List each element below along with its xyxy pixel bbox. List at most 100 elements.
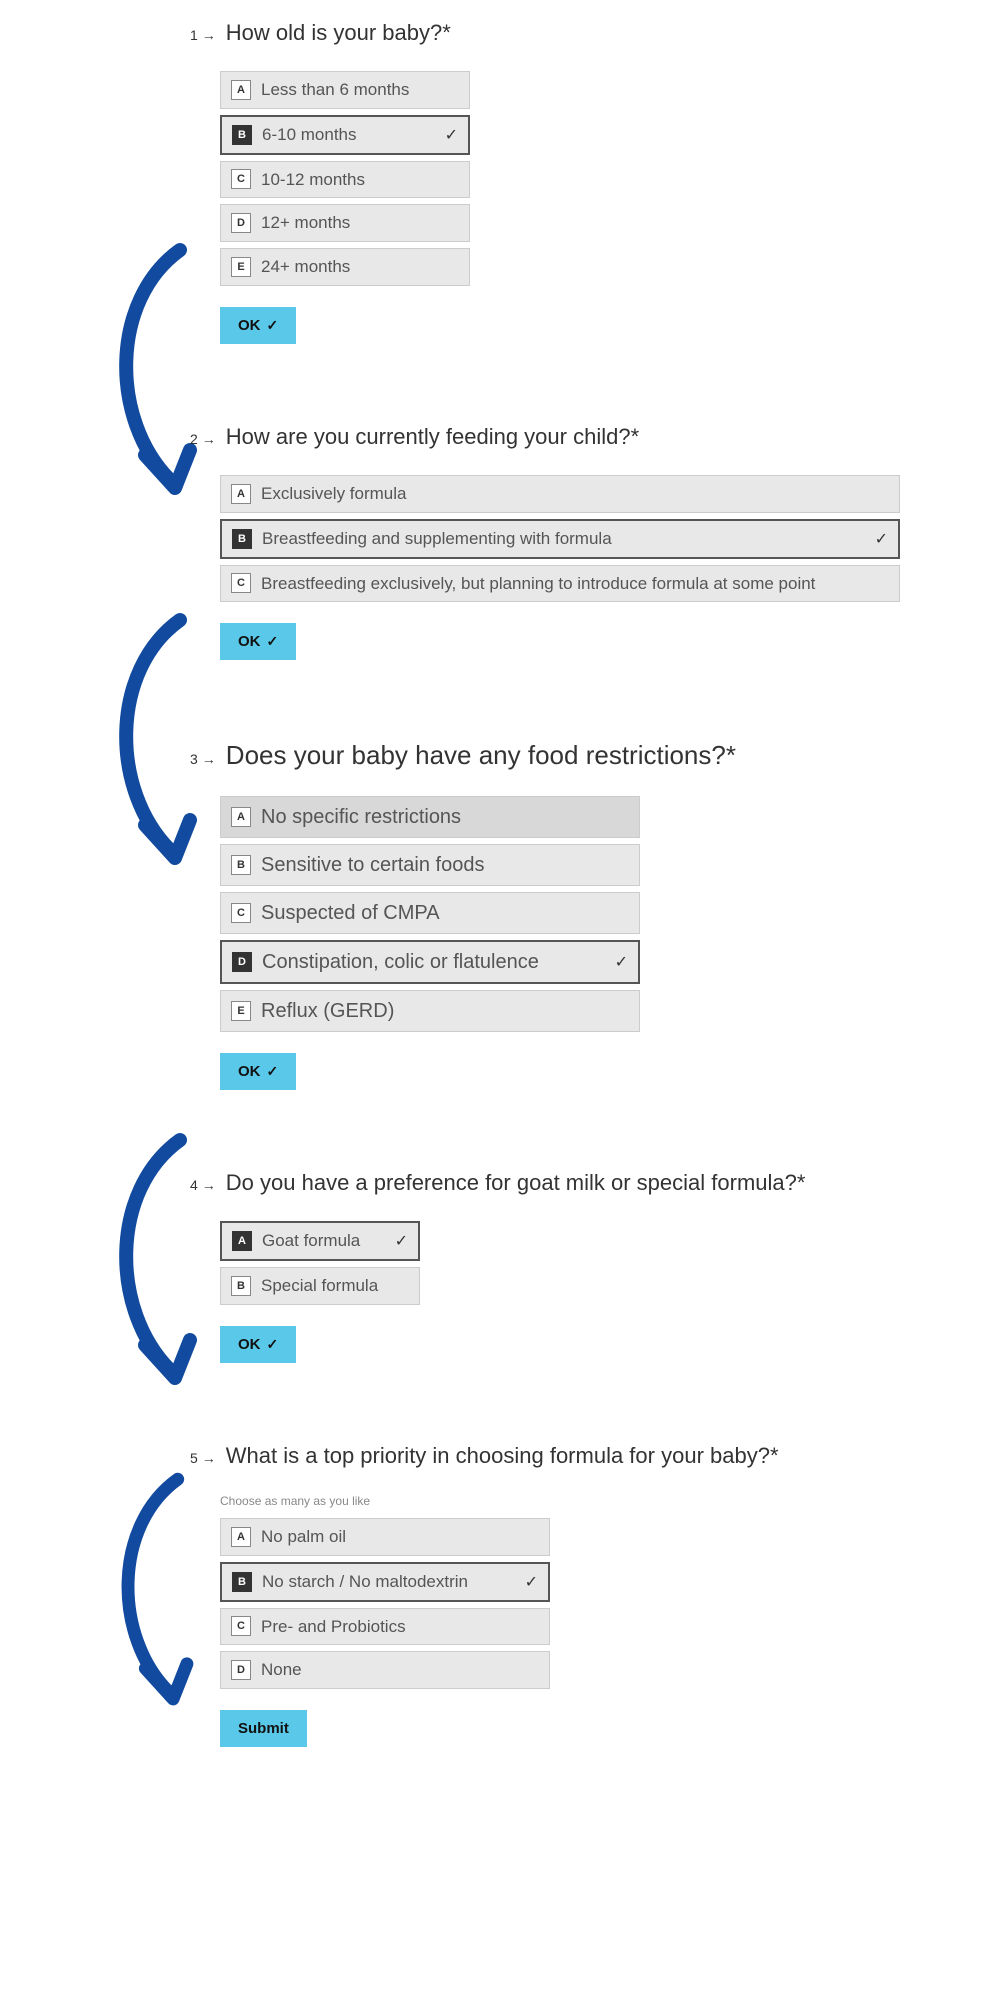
option-key: A <box>231 484 251 504</box>
question-5: 5→ What is a top priority in choosing for… <box>190 1443 960 1747</box>
question-header: 5→ What is a top priority in choosing for… <box>190 1443 960 1469</box>
option-label: 24+ months <box>261 255 459 279</box>
option-key: E <box>231 1001 251 1021</box>
option-e[interactable]: E 24+ months <box>220 248 470 286</box>
check-icon: ✓ <box>267 1336 279 1353</box>
option-key: C <box>231 1616 251 1636</box>
arrow-right-icon: → <box>202 1450 216 1466</box>
option-b[interactable]: B Breastfeeding and supplementing with fo… <box>220 519 900 559</box>
button-label: OK <box>238 317 261 334</box>
option-label: Constipation, colic or flatulence <box>262 948 605 976</box>
question-number: 5 <box>190 1450 198 1466</box>
question-header: 1→How old is your baby?* <box>190 20 960 46</box>
option-key: D <box>232 952 252 972</box>
option-key: B <box>232 1572 252 1592</box>
ok-button[interactable]: OK ✓ <box>220 1053 296 1090</box>
button-label: OK <box>238 633 261 650</box>
option-label: Breastfeeding exclusively, but planning … <box>261 572 889 596</box>
option-key: B <box>232 529 252 549</box>
check-icon: ✓ <box>395 1231 408 1251</box>
option-key: C <box>231 903 251 923</box>
check-icon: ✓ <box>267 633 279 650</box>
question-number: 3 <box>190 751 198 767</box>
option-label: 6-10 months <box>262 123 435 147</box>
question-header: 3→ Does your baby have any food restricti… <box>190 740 960 771</box>
check-icon: ✓ <box>445 125 458 145</box>
option-key: A <box>232 1231 252 1251</box>
button-label: OK <box>238 1063 261 1080</box>
option-key: B <box>231 1276 251 1296</box>
question-1: 1→How old is your baby?*ALess than 6 mon… <box>190 20 960 344</box>
option-label: None <box>261 1658 539 1682</box>
check-icon: ✓ <box>525 1572 538 1592</box>
arrow-right-icon: → <box>202 1177 216 1193</box>
option-d[interactable]: D12+ months <box>220 204 470 242</box>
arrow-right-icon: → <box>202 751 216 767</box>
option-a[interactable]: A No palm oil <box>220 1518 550 1556</box>
question-4: 4→ Do you have a preference for goat milk… <box>190 1170 960 1363</box>
option-c[interactable]: C Breastfeeding exclusively, but planning… <box>220 565 900 603</box>
option-label: No starch / No maltodextrin <box>262 1570 515 1594</box>
option-label: Special formula <box>261 1274 409 1298</box>
options-list: A Exclusively formula B Breastfeeding and s… <box>220 475 960 602</box>
option-c[interactable]: C Suspected of CMPA <box>220 892 640 934</box>
option-key: C <box>231 573 251 593</box>
option-label: Goat formula <box>262 1229 385 1253</box>
option-key: D <box>231 213 251 233</box>
arrow-right-icon: → <box>202 27 216 43</box>
option-label: Breastfeeding and supplementing with for… <box>262 527 865 551</box>
ok-button[interactable]: OK ✓ <box>220 307 296 344</box>
option-label: Suspected of CMPA <box>261 899 629 927</box>
question-header: 2→How are you currently feeding your chi… <box>190 424 960 450</box>
button-label: Submit <box>238 1720 289 1737</box>
question-number: 4 <box>190 1177 198 1193</box>
question-2: 2→How are you currently feeding your chi… <box>190 424 960 660</box>
option-label: No palm oil <box>261 1525 539 1549</box>
option-b[interactable]: BSensitive to certain foods <box>220 844 640 886</box>
options-list: A No specific restrictions BSensitive to c… <box>220 796 960 1032</box>
question-header: 4→ Do you have a preference for goat milk… <box>190 1170 960 1196</box>
option-b[interactable]: B No starch / No maltodextrin ✓ <box>220 1562 550 1602</box>
option-key: E <box>231 257 251 277</box>
option-label: Reflux (GERD) <box>261 997 629 1025</box>
option-b[interactable]: B Special formula <box>220 1267 420 1305</box>
helper-text: Choose as many as you like <box>220 1494 960 1508</box>
check-icon: ✓ <box>875 529 888 549</box>
option-a[interactable]: A No specific restrictions <box>220 796 640 838</box>
option-label: 10-12 months <box>261 168 459 192</box>
options-list: A Goat formula ✓ B Special formula <box>220 1221 960 1305</box>
option-key: D <box>231 1660 251 1680</box>
option-e[interactable]: E Reflux (GERD) <box>220 990 640 1032</box>
question-text: How old is your baby?* <box>226 20 451 46</box>
option-c[interactable]: C Pre- and Probiotics <box>220 1608 550 1646</box>
option-d[interactable]: D None <box>220 1651 550 1689</box>
question-number: 2 <box>190 431 198 447</box>
option-key: A <box>231 1527 251 1547</box>
question-text: Do you have a preference for goat milk o… <box>226 1170 806 1196</box>
question-text: Does your baby have any food restriction… <box>226 740 736 771</box>
option-key: B <box>231 855 251 875</box>
check-icon: ✓ <box>267 317 279 334</box>
question-text: What is a top priority in choosing formu… <box>226 1443 779 1469</box>
option-label: No specific restrictions <box>261 803 629 831</box>
option-label: Less than 6 months <box>261 78 459 102</box>
option-b[interactable]: B 6-10 months ✓ <box>220 115 470 155</box>
options-list: A Less than 6 months B 6-10 months ✓ C10-12 m… <box>220 71 960 286</box>
arrow-right-icon: → <box>202 431 216 447</box>
check-icon: ✓ <box>267 1063 279 1080</box>
option-key: B <box>232 125 252 145</box>
option-key: A <box>231 80 251 100</box>
option-label: Exclusively formula <box>261 482 889 506</box>
submit-button[interactable]: Submit <box>220 1710 307 1747</box>
option-d[interactable]: DConstipation, colic or flatulence✓ <box>220 940 640 984</box>
options-list: A No palm oil B No starch / No maltodextrin… <box>220 1518 960 1689</box>
option-key: A <box>231 807 251 827</box>
option-label: Pre- and Probiotics <box>261 1615 539 1639</box>
option-a[interactable]: A Less than 6 months <box>220 71 470 109</box>
ok-button[interactable]: OK ✓ <box>220 623 296 660</box>
question-3: 3→ Does your baby have any food restricti… <box>190 740 960 1090</box>
option-a[interactable]: A Exclusively formula <box>220 475 900 513</box>
option-c[interactable]: C10-12 months <box>220 161 470 199</box>
option-a[interactable]: A Goat formula ✓ <box>220 1221 420 1261</box>
ok-button[interactable]: OK✓ <box>220 1326 296 1363</box>
